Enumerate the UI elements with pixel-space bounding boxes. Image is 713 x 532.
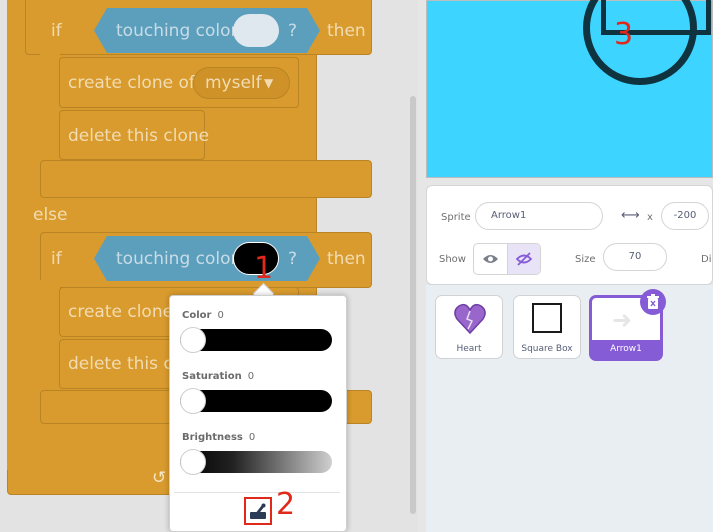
if-keyword-2: if: [51, 249, 62, 269]
sprite-tile-square-box[interactable]: Square Box: [513, 295, 581, 359]
brightness-value: 0: [248, 432, 256, 443]
sprite-list: Heart Square Box ➜ Arrow1: [426, 285, 713, 532]
popup-divider: [174, 492, 340, 493]
sprite-name-value: Arrow1: [491, 210, 527, 221]
color-picker-popup[interactable]: Color 0 Saturation 0 Brightness 0: [169, 295, 347, 532]
loop-arrow-icon: ↺: [152, 468, 167, 488]
color-label: Color: [182, 310, 212, 321]
then-keyword-2: then: [327, 249, 366, 269]
eyedropper-icon: [250, 503, 266, 519]
else-section: [25, 198, 315, 232]
sprite-info-panel: Sprite Arrow1 ⟷ x -200 Show Size 70 Di: [426, 185, 713, 285]
code-scrollbar[interactable]: [410, 96, 416, 514]
brightness-slider-knob[interactable]: [180, 449, 206, 475]
trash-icon: [647, 294, 659, 309]
eye-slash-icon: [515, 252, 533, 266]
touching-color-label-2: touching color: [116, 249, 238, 269]
sprite-tile-name: Square Box: [521, 344, 573, 354]
touching-color-block-1[interactable]: touching color ?: [94, 8, 320, 53]
delete-sprite-button[interactable]: [640, 289, 666, 315]
size-value: 70: [628, 251, 642, 262]
size-label: Size: [575, 254, 596, 265]
annotation-3: 3: [614, 17, 634, 52]
stage[interactable]: 3: [426, 0, 713, 178]
brightness-row-label: Brightness 0: [182, 432, 255, 443]
show-hidden-button[interactable]: [508, 244, 540, 274]
sprite-tile-heart[interactable]: Heart: [435, 295, 503, 359]
annotation-1: 1: [254, 251, 274, 286]
square-box-icon: [532, 303, 562, 333]
show-label: Show: [439, 254, 466, 265]
x-position-input[interactable]: -200: [661, 202, 709, 230]
color-slider-knob[interactable]: [180, 327, 206, 353]
if-block-1-footer: [40, 160, 372, 198]
then-keyword: then: [327, 21, 366, 41]
saturation-slider-knob[interactable]: [180, 388, 206, 414]
chevron-down-icon: ▼: [264, 76, 274, 90]
size-input[interactable]: 70: [603, 243, 667, 271]
delete-clone-label: delete this clone: [68, 126, 210, 146]
annotation-2: 2: [276, 487, 296, 522]
direction-label: Di: [701, 254, 712, 265]
sprite-name-input[interactable]: Arrow1: [475, 202, 603, 230]
if-keyword: if: [51, 21, 62, 41]
saturation-value: 0: [247, 371, 255, 382]
question-mark-2: ?: [288, 249, 298, 269]
saturation-label: Saturation: [182, 371, 242, 382]
x-position-value: -200: [673, 210, 697, 221]
arrow-sprite-icon: ➜: [612, 306, 633, 334]
show-toggle-group: [473, 243, 541, 275]
eye-icon: [483, 255, 498, 263]
clone-target-dropdown[interactable]: myself ▼: [193, 67, 290, 99]
x-arrows-icon: ⟷: [621, 208, 640, 223]
clone-target-value: myself: [205, 73, 262, 93]
x-label: x: [647, 212, 653, 223]
sprite-tile-name: Heart: [456, 344, 482, 354]
eyedropper-button[interactable]: [244, 497, 272, 525]
outer-block-wall: [7, 0, 25, 470]
saturation-row-label: Saturation 0: [182, 371, 254, 382]
sprite-tile-name: Arrow1: [610, 344, 642, 354]
color-value: 0: [217, 310, 224, 321]
touching-color-label: touching color: [116, 21, 238, 41]
sprite-label: Sprite: [441, 212, 471, 223]
brightness-label: Brightness: [182, 432, 243, 443]
heart-icon: [454, 303, 486, 335]
create-clone-label: create clone of: [68, 73, 195, 93]
create-clone-label-2: create clone: [68, 302, 174, 322]
color-row-label: Color 0: [182, 310, 224, 321]
color-swatch-white[interactable]: [233, 14, 279, 47]
else-keyword: else: [33, 205, 68, 225]
touching-color-block-2[interactable]: touching color ?: [94, 236, 320, 281]
show-visible-button[interactable]: [474, 244, 508, 274]
question-mark: ?: [288, 21, 298, 41]
